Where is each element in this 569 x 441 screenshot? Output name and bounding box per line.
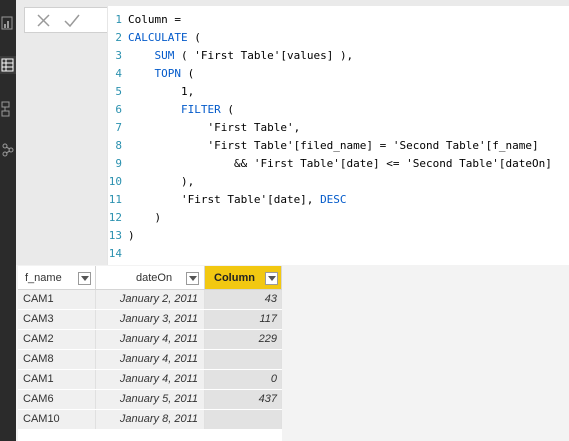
cell-column[interactable]: 437 — [205, 390, 282, 409]
code-line: 8 'First Table'[filed_name] = 'Second Ta… — [108, 137, 569, 155]
code-text: 1, — [128, 85, 195, 98]
data-table: f_name dateOn Column CAM1 January 2, 2011 43 C… — [18, 266, 282, 441]
code-line: 5 1, — [108, 83, 569, 101]
relationships-view-icon[interactable] — [0, 100, 16, 118]
code-line: 9 && 'First Table'[date] <= 'Second Tabl… — [108, 155, 569, 173]
cell-column[interactable] — [205, 350, 282, 369]
code-line: 2 CALCULATE ( — [108, 29, 569, 47]
column-header-column[interactable]: Column — [205, 266, 282, 290]
data-view-icon[interactable] — [0, 56, 16, 74]
column-header-label: dateOn — [136, 272, 173, 284]
dax-formula-editor[interactable]: 1 Column = 2 CALCULATE ( 3 SUM ( 'First Tabl… — [107, 6, 569, 265]
cancel-icon[interactable] — [35, 12, 53, 30]
column-header-f-name[interactable]: f_name — [18, 266, 96, 290]
code-text: 'First Table'[filed_name] = 'Second Tabl… — [128, 139, 539, 152]
column-header-dateon[interactable]: dateOn — [96, 266, 205, 290]
code-line: 7 'First Table', — [108, 119, 569, 137]
cell-date-on[interactable]: January 3, 2011 — [96, 310, 205, 329]
code-line: 3 SUM ( 'First Table'[values] ), — [108, 47, 569, 65]
code-text: && 'First Table'[date] <= 'Second Table'… — [128, 157, 552, 170]
cell-f-name[interactable]: CAM8 — [18, 350, 96, 369]
table-row[interactable]: CAM3 January 3, 2011 117 — [18, 310, 282, 329]
code-text: TOPN ( — [154, 67, 195, 80]
model-icon[interactable] — [0, 141, 16, 159]
filter-dropdown-icon[interactable] — [78, 272, 91, 285]
filter-dropdown-icon[interactable] — [265, 272, 278, 285]
cell-f-name[interactable]: CAM3 — [18, 310, 96, 329]
code-line: 6 FILTER ( — [108, 101, 569, 119]
cell-date-on[interactable]: January 4, 2011 — [96, 370, 205, 389]
code-text: ) — [128, 211, 162, 224]
table-row[interactable]: CAM1 January 2, 2011 43 — [18, 290, 282, 309]
code-line: 12 ) — [108, 209, 569, 227]
cell-f-name[interactable]: CAM2 — [18, 330, 96, 349]
code-line: 13) — [108, 227, 569, 245]
line-number: 10 — [108, 175, 122, 188]
code-text: Column = — [128, 13, 181, 26]
code-line: 11 'First Table'[date], DESC — [108, 191, 569, 209]
commit-buttons — [24, 7, 116, 33]
table-row[interactable]: CAM6 January 5, 2011 437 — [18, 390, 282, 409]
code-text: ), — [128, 175, 195, 188]
code-line: 1 Column = — [108, 11, 569, 29]
report-view-icon[interactable] — [0, 14, 16, 32]
line-number: 11 — [108, 193, 122, 206]
cell-column[interactable]: 229 — [205, 330, 282, 349]
line-number: 9 — [115, 157, 122, 170]
line-number: 8 — [115, 139, 122, 152]
code-text: FILTER ( — [180, 103, 234, 116]
line-number: 6 — [115, 103, 122, 116]
code-text: ) — [128, 229, 135, 242]
cell-column[interactable] — [205, 410, 282, 429]
cell-column[interactable]: 43 — [205, 290, 282, 309]
cell-date-on[interactable]: January 2, 2011 — [96, 290, 205, 309]
code-line: 14 — [108, 245, 569, 263]
code-text: 'First Table'[date], DESC — [128, 193, 347, 206]
table-row[interactable]: CAM10 January 8, 2011 — [18, 410, 282, 429]
cell-column[interactable]: 117 — [205, 310, 282, 329]
cell-f-name[interactable]: CAM10 — [18, 410, 96, 429]
table-row[interactable]: CAM2 January 4, 2011 229 — [18, 330, 282, 349]
line-number: 1 — [115, 13, 122, 26]
line-number: 13 — [108, 229, 122, 242]
line-number: 12 — [108, 211, 122, 224]
column-header-label: Column — [214, 272, 255, 284]
cell-f-name[interactable]: CAM1 — [18, 290, 96, 309]
check-icon[interactable] — [63, 12, 81, 30]
line-number: 5 — [115, 85, 122, 98]
line-number: 2 — [115, 31, 122, 44]
view-rail — [0, 0, 16, 441]
table-row[interactable]: CAM1 January 4, 2011 0 — [18, 370, 282, 389]
line-number: 4 — [115, 67, 122, 80]
cell-f-name[interactable]: CAM1 — [18, 370, 96, 389]
cell-date-on[interactable]: January 4, 2011 — [96, 350, 205, 369]
line-number: 7 — [115, 121, 122, 134]
code-text: SUM ( 'First Table'[values] ), — [154, 49, 354, 62]
filter-dropdown-icon[interactable] — [186, 272, 199, 285]
formula-bar: 1 Column = 2 CALCULATE ( 3 SUM ( 'First Tabl… — [16, 0, 569, 265]
column-header-label: f_name — [25, 272, 62, 284]
code-line: 10 ), — [108, 173, 569, 191]
cell-date-on[interactable]: January 8, 2011 — [96, 410, 205, 429]
cell-column[interactable]: 0 — [205, 370, 282, 389]
cell-date-on[interactable]: January 5, 2011 — [96, 390, 205, 409]
table-row[interactable]: CAM8 January 4, 2011 — [18, 350, 282, 369]
cell-f-name[interactable]: CAM6 — [18, 390, 96, 409]
line-number: 14 — [108, 247, 122, 260]
code-text: 'First Table', — [128, 121, 301, 134]
line-number: 3 — [115, 49, 122, 62]
cell-date-on[interactable]: January 4, 2011 — [96, 330, 205, 349]
code-line: 4 TOPN ( — [108, 65, 569, 83]
code-text: CALCULATE ( — [128, 31, 201, 44]
